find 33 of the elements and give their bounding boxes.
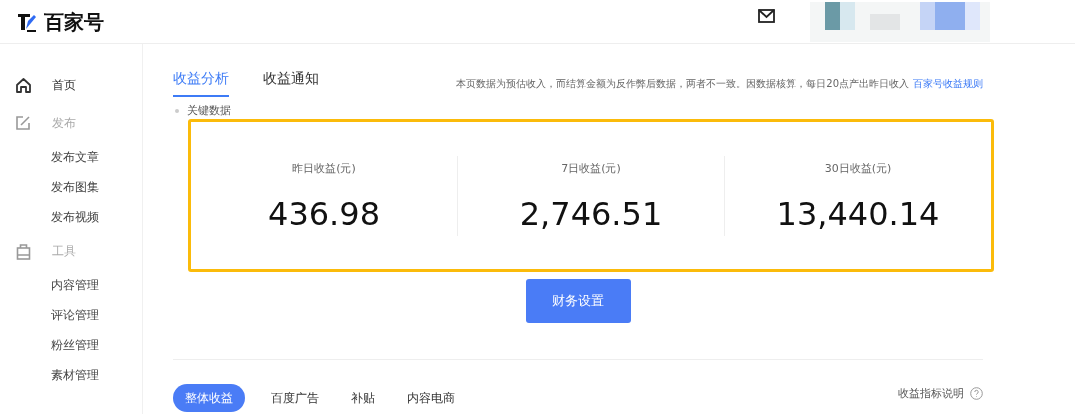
filter-tab[interactable]: 百度广告: [265, 383, 325, 412]
stat-label: 30日收益(元): [824, 161, 892, 178]
nav-subitem[interactable]: 素材管理: [51, 366, 99, 384]
filter-tab[interactable]: 整体收益: [173, 383, 245, 412]
nav-subitem[interactable]: 发布视频: [51, 208, 99, 226]
nav-subitem[interactable]: 发布图集: [51, 178, 99, 196]
nav-section-label: 发布: [52, 115, 76, 132]
filter-tab[interactable]: 内容电商: [401, 383, 461, 412]
stat-label: 7日收益(元): [561, 161, 621, 178]
nav-subitem[interactable]: 评论管理: [51, 306, 99, 324]
tab[interactable]: 收益通知: [263, 68, 319, 97]
nav-item[interactable]: 首页: [52, 76, 76, 94]
home-icon: [14, 76, 32, 94]
help-link[interactable]: 收益指标说明: [898, 385, 964, 402]
mail-icon[interactable]: [758, 9, 775, 23]
nav-subitem[interactable]: 粉丝管理: [51, 336, 99, 354]
notice-text: 本页数据为预估收入，而结算金额为反作弊后数据，两者不一致。因数据核算，每日20点产出昨日收入: [456, 77, 909, 91]
nav-subitem[interactable]: 发布文章: [51, 148, 99, 166]
stat-value: 436.98: [268, 197, 380, 230]
stat-value: 13,440.14: [776, 197, 940, 230]
filter-tab[interactable]: 补贴: [345, 383, 381, 412]
stat-label: 昨日收益(元): [292, 161, 356, 178]
logo-text: 百家号: [44, 8, 104, 36]
finance-settings-button[interactable]: 财务设置: [525, 278, 631, 323]
section-label: 关键数据: [187, 103, 231, 119]
rules-link[interactable]: 百家号收益规则: [913, 76, 983, 91]
edit-icon: [15, 115, 31, 131]
nav-subitem[interactable]: 内容管理: [51, 276, 99, 294]
tab[interactable]: 收益分析: [173, 68, 229, 97]
bullet-icon: [175, 109, 179, 114]
stat-value: 2,746.51: [519, 197, 663, 230]
bag-icon: [15, 242, 31, 260]
nav-section-label: 工具: [52, 243, 76, 260]
